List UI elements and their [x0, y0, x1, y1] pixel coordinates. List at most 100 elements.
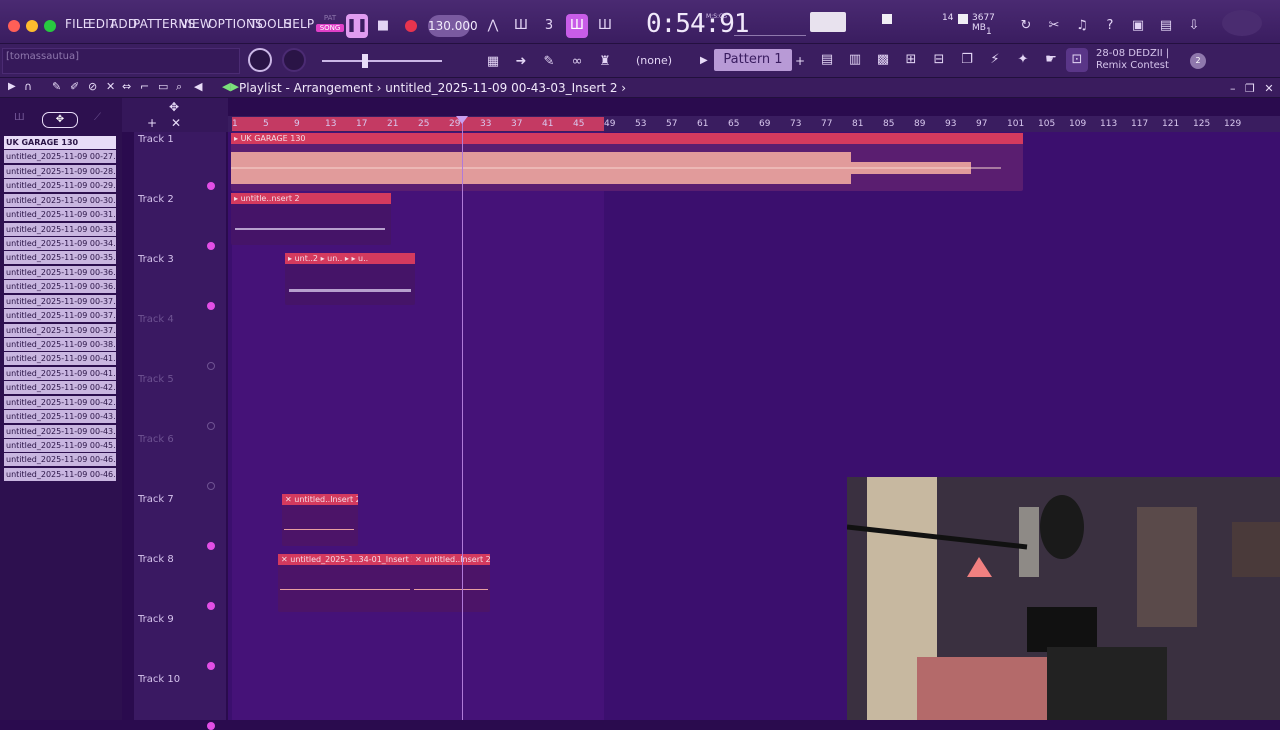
browser-item[interactable]: untitled_2025-11-09 00-37... [4, 294, 116, 308]
audio-clip-uk-garage[interactable]: ▸ UK GARAGE 130 [231, 133, 1023, 191]
browser-item[interactable]: untitled_2025-11-09 00-33... [4, 222, 116, 236]
loop-record-button[interactable]: Ш [594, 14, 616, 38]
minimize-window-icon[interactable] [26, 20, 38, 32]
browser-item[interactable]: untitled_2025-11-09 00-46... [4, 453, 116, 467]
add-track-icon[interactable]: + [147, 116, 157, 130]
undo-button[interactable]: ↻ [1016, 14, 1036, 38]
record-audio-button[interactable]: ♫ [1072, 14, 1092, 38]
zoom-tool-icon[interactable]: ⌕ [176, 80, 182, 94]
track-name[interactable]: Track 6 [138, 434, 174, 445]
playhead[interactable] [462, 118, 463, 720]
plugin-picker-button[interactable]: ⊟ [928, 48, 950, 72]
project-button[interactable]: ❐ [956, 48, 978, 72]
master-pitch-knob[interactable] [248, 48, 272, 72]
next-button[interactable]: ➜ [510, 50, 532, 74]
help-button[interactable]: ? [1100, 14, 1120, 38]
pat-song-toggle[interactable]: PAT SONG [316, 14, 344, 40]
delete-tool-icon[interactable]: ⊘ [88, 80, 97, 93]
play-pattern-button[interactable]: ▶ [700, 52, 712, 70]
track-name[interactable]: Track 3 [138, 254, 174, 265]
playlist-breadcrumb[interactable]: untitled_2025-11-09 00-43-03_Insert 2 [385, 81, 617, 95]
track-name[interactable]: Track 8 [138, 554, 174, 565]
browser-item[interactable]: untitled_2025-11-09 00-37... [4, 309, 116, 323]
move-all-icon[interactable]: ✥ [169, 100, 179, 114]
browser-item[interactable]: untitled_2025-11-09 00-37... [4, 323, 116, 337]
browser-item[interactable]: untitled_2025-11-09 00-29... [4, 179, 116, 193]
browser-item[interactable]: untitled_2025-11-09 00-42... [4, 381, 116, 395]
draw-tool-icon[interactable]: ✎ [52, 80, 61, 93]
playback-tool-icon[interactable]: ◀ [194, 80, 202, 93]
close-icon[interactable]: ✕ [1264, 82, 1273, 95]
download-button[interactable]: ⇩ [1184, 14, 1204, 38]
playlist-button[interactable]: ▤ [816, 48, 838, 72]
track-name[interactable]: Track 7 [138, 494, 174, 505]
playhead-marker-icon[interactable] [456, 116, 468, 124]
browser-tab-icon[interactable]: Ш [14, 112, 25, 123]
track-mute-dot[interactable] [207, 182, 215, 190]
mixer-button[interactable]: ▩ [872, 48, 894, 72]
browser-item[interactable]: untitled_2025-11-09 00-42... [4, 395, 116, 409]
clear-x-icon[interactable]: ✕ [171, 116, 181, 130]
pattern-filter-select[interactable]: (none) [636, 52, 696, 70]
browser-item[interactable]: UK GARAGE 130 [4, 136, 116, 149]
master-volume-knob[interactable] [282, 48, 306, 72]
track-mute-dot[interactable] [207, 602, 215, 610]
picker-tab-button[interactable]: ✥ [42, 112, 78, 128]
track-mute-dot[interactable] [207, 242, 215, 250]
track-mute-dot[interactable] [207, 662, 215, 670]
track-name[interactable]: Track 10 [138, 674, 180, 685]
slice-tool-icon[interactable]: ⌐ [140, 80, 149, 93]
audio-clip-track8b[interactable]: ✕ untitled..Insert 2 [412, 554, 490, 612]
browser-item[interactable]: untitled_2025-11-09 00-45... [4, 439, 116, 453]
track-name[interactable]: Track 5 [138, 374, 174, 385]
track-mute-dot[interactable] [207, 302, 215, 310]
export-button[interactable]: ▤ [1156, 14, 1176, 38]
track-mute-dot[interactable] [207, 482, 215, 490]
browser-item[interactable]: untitled_2025-11-09 00-30... [4, 193, 116, 207]
maximize-window-icon[interactable] [44, 20, 56, 32]
audio-editor-button[interactable]: ✦ [1012, 48, 1034, 72]
channel-rack-button[interactable]: ▥ [844, 48, 866, 72]
track-mute-dot[interactable] [207, 422, 215, 430]
browser-item[interactable]: untitled_2025-11-09 00-46... [4, 467, 116, 481]
browser-item[interactable]: untitled_2025-11-09 00-36... [4, 265, 116, 279]
wait-input-button[interactable]: Ш [510, 14, 532, 38]
track-name[interactable]: Track 1 [138, 134, 174, 145]
paint-tool-icon[interactable]: ✐ [70, 80, 79, 93]
cut-tool-button[interactable]: ✂ [1044, 14, 1064, 38]
pattern-selector[interactable]: Pattern 1 [714, 49, 792, 71]
browser-item[interactable]: untitled_2025-11-09 00-35... [4, 251, 116, 265]
select-tool-icon[interactable]: ▭ [158, 80, 168, 93]
stamp-button[interactable]: ♜ [594, 50, 616, 74]
tempo-display[interactable]: 130.000 [428, 15, 478, 37]
marketplace-button[interactable]: ⊡ [1066, 48, 1088, 72]
browser-item[interactable]: untitled_2025-11-09 00-41... [4, 366, 116, 380]
slip-tool-icon[interactable]: ⇔ [122, 80, 131, 93]
track-mute-dot[interactable] [207, 722, 215, 730]
news-panel[interactable]: 28-08 DEDZII | Remix Contest [1096, 48, 1169, 72]
browser-item[interactable]: untitled_2025-11-09 00-27... [4, 150, 116, 164]
browser-item[interactable]: untitled_2025-11-09 00-28... [4, 164, 116, 178]
menu-help[interactable]: HELP [283, 17, 314, 31]
pattern-clip-track3[interactable]: ▸ unt..2 ▸ un.. ▸ ▸ u.. [285, 253, 415, 305]
song-position-slider[interactable] [322, 54, 442, 68]
pause-button[interactable]: ❚❚ [346, 14, 368, 38]
browser-item[interactable]: untitled_2025-11-09 00-43... [4, 424, 116, 438]
play-arrow-icon[interactable]: ▶ [8, 81, 16, 92]
save-button[interactable]: ▣ [1128, 14, 1148, 38]
pattern-clip-track2[interactable]: ▸ untitle..nsert 2 [231, 193, 391, 245]
browser-item[interactable]: untitled_2025-11-09 00-43... [4, 410, 116, 424]
touch-controller-button[interactable]: ☛ [1040, 48, 1062, 72]
mute-tool-icon[interactable]: ✕ [106, 80, 115, 93]
track-name[interactable]: Track 4 [138, 314, 174, 325]
browser-item[interactable]: untitled_2025-11-09 00-38... [4, 338, 116, 352]
news-badge[interactable]: 2 [1190, 53, 1206, 69]
metronome-button[interactable]: ⋀ [482, 14, 504, 38]
track-mute-dot[interactable] [207, 362, 215, 370]
track-name[interactable]: Track 9 [138, 614, 174, 625]
countdown-button[interactable]: 3 [538, 14, 560, 38]
master-volume-meter[interactable] [810, 12, 846, 32]
track-name[interactable]: Track 2 [138, 194, 174, 205]
step-edit-button[interactable]: Ш [566, 14, 588, 38]
menu-file[interactable]: FILE [65, 17, 91, 31]
